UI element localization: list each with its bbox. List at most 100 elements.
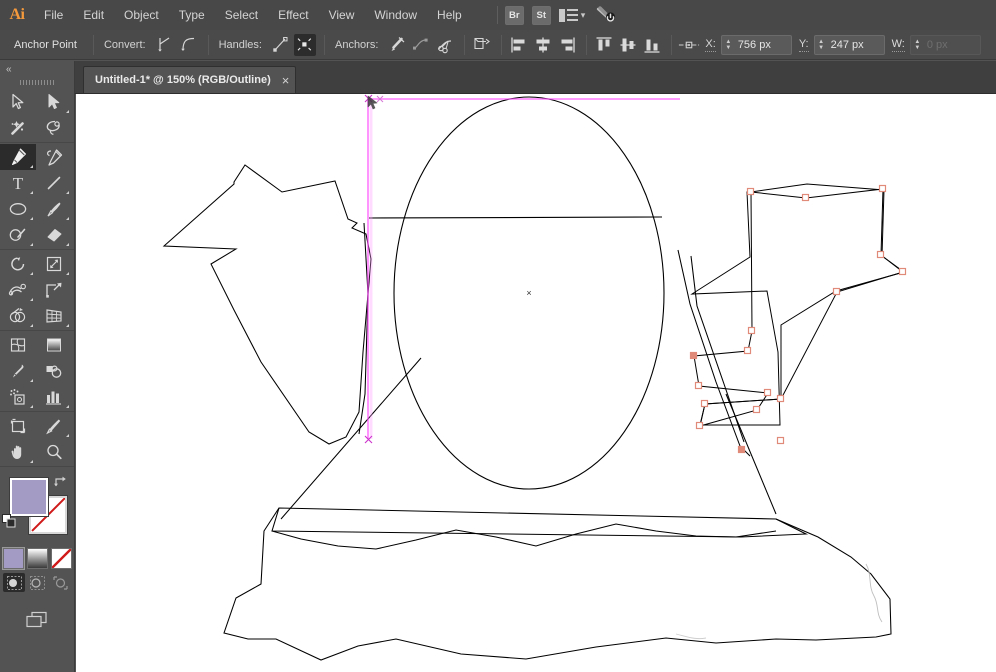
align-top-icon[interactable] [593,34,615,56]
y-stepper[interactable]: ▲ ▼ [815,36,828,54]
document-tab-label: Untitled-1* @ 150% (RGB/Outline) [95,74,271,86]
chevron-down-icon[interactable]: ▾ [581,10,586,21]
path-left-star[interactable] [162,164,372,445]
direct-selection-arrow-icon [48,94,60,109]
artboard-canvas[interactable]: × [76,94,996,672]
gradient-mode-button[interactable] [26,548,48,569]
change-screen-mode-button[interactable] [22,608,52,630]
close-icon[interactable]: × [282,74,290,87]
tool-eraser[interactable] [36,222,72,248]
convert-to-smooth-icon[interactable] [178,34,200,56]
tool-pen[interactable] [0,144,36,170]
hide-handles-icon[interactable] [293,33,316,56]
path-rock-base-outer[interactable] [223,507,892,661]
align-horizontal-center-icon[interactable] [532,34,554,56]
tool-slice[interactable] [36,413,72,439]
draw-mode-row [0,573,74,592]
menu-view[interactable]: View [319,0,365,30]
path-base-edge-curl-2[interactable] [675,633,707,640]
slice-icon [46,419,61,435]
menu-object[interactable]: Object [114,0,169,30]
draw-behind-button[interactable] [26,573,48,592]
search-adobe-stock-icon[interactable] [595,6,617,24]
tool-flyout-arrow-icon [30,165,33,168]
path-base-edge-curl[interactable] [865,563,883,623]
color-mode-button[interactable] [1,547,25,570]
menu-help[interactable]: Help [427,0,472,30]
menu-window[interactable]: Window [364,0,427,30]
align-bottom-icon[interactable] [641,34,663,56]
tool-paintbrush[interactable] [36,196,72,222]
tool-direct-selection[interactable] [36,89,72,115]
tool-blend[interactable] [36,358,72,384]
panel-drag-grip[interactable] [0,77,74,88]
x-stepper[interactable]: ▲ ▼ [722,36,735,54]
tool-lasso[interactable] [36,115,72,141]
pen-tool-cursor-icon [367,95,378,110]
tool-width[interactable] [0,277,36,303]
default-fill-stroke-icon[interactable] [2,514,17,529]
transform-anchor-icon[interactable] [678,34,700,56]
fill-swatch[interactable] [9,477,49,517]
tool-eyedropper[interactable] [0,358,36,384]
tool-flyout-arrow-icon [66,110,69,113]
y-position-input[interactable] [827,38,884,51]
tool-symbol-sprayer[interactable] [0,384,36,410]
tool-ellipse[interactable] [0,196,36,222]
tool-shaper[interactable] [0,222,36,248]
draw-inside-button[interactable] [49,573,71,592]
menu-select[interactable]: Select [215,0,268,30]
tool-mesh[interactable] [0,332,36,358]
menu-effect[interactable]: Effect [268,0,318,30]
tool-curvature[interactable] [36,144,72,170]
cut-path-at-anchor-icon[interactable] [434,34,456,56]
tool-type[interactable]: T [0,170,36,196]
tool-scale[interactable] [36,251,72,277]
align-vertical-center-icon[interactable] [617,34,639,56]
workspace-switcher-icon[interactable] [558,7,579,23]
path-rock-base-ridge[interactable] [271,523,777,550]
align-right-icon[interactable] [556,34,578,56]
tool-rotate[interactable] [0,251,36,277]
tool-selection[interactable] [0,89,36,115]
menu-file[interactable]: File [34,0,73,30]
tool-artboard[interactable] [0,413,36,439]
path-right-ribbon-inner[interactable] [690,255,745,443]
y-position-field[interactable]: ▲ ▼ [813,34,885,55]
tool-shape-builder[interactable] [0,303,36,329]
tool-zoom[interactable] [36,439,72,465]
draw-normal-button[interactable] [3,573,25,592]
menu-type[interactable]: Type [169,0,215,30]
path-brim-line[interactable] [368,216,663,219]
bridge-button[interactable]: Br [504,5,524,25]
path-base-band[interactable] [271,507,809,538]
tool-hand[interactable] [0,439,36,465]
isolate-selected-object-icon[interactable] [471,34,493,56]
tool-flyout-arrow-icon [30,379,33,382]
tool-magic-wand[interactable] [0,115,36,141]
path-right-star-outline[interactable] [693,188,905,427]
tool-free-transform[interactable] [36,277,72,303]
anchor-points[interactable] [689,184,907,454]
menu-edit[interactable]: Edit [73,0,114,30]
x-position-input[interactable] [734,38,791,51]
convert-to-corner-icon[interactable] [154,34,176,56]
stock-button[interactable]: St [531,5,551,25]
tool-perspective-grid[interactable] [36,303,72,329]
collapse-panel-icon[interactable]: « [0,61,74,77]
document-tab[interactable]: Untitled-1* @ 150% (RGB/Outline) × [83,66,297,93]
connect-anchors-icon[interactable] [410,34,432,56]
selected-path-group[interactable] [689,184,907,454]
tool-line-segment[interactable] [36,170,72,196]
tool-flyout-arrow-icon [30,405,33,408]
path-left-star-detail[interactable] [358,222,369,435]
align-left-icon[interactable] [508,34,530,56]
tool-column-graph[interactable] [36,384,72,410]
none-mode-button[interactable] [50,548,72,569]
x-position-field[interactable]: ▲ ▼ [720,34,792,55]
tool-flyout-arrow-icon [30,217,33,220]
swap-fill-stroke-icon[interactable] [53,475,69,490]
remove-anchor-icon[interactable] [386,34,408,56]
tool-gradient[interactable] [36,332,72,358]
show-handles-icon[interactable] [270,34,292,56]
